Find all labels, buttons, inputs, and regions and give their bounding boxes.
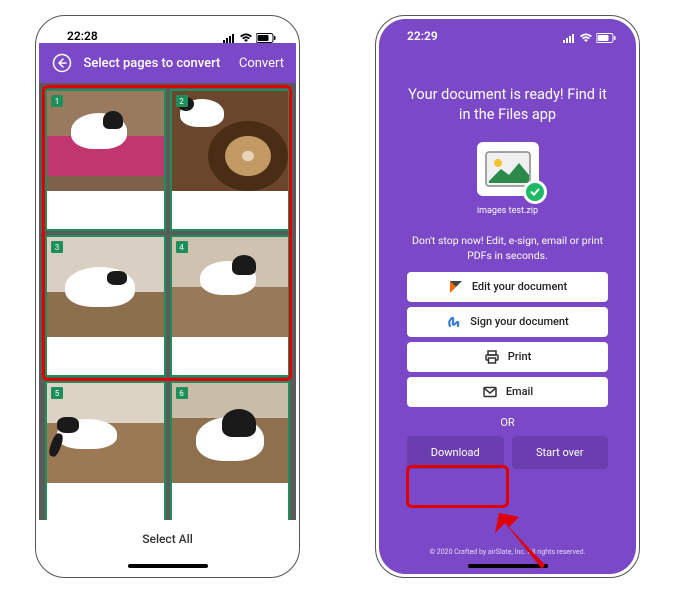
email-icon: [482, 384, 498, 400]
home-indicator[interactable]: [379, 558, 636, 574]
page-title: Select pages to convert: [65, 56, 239, 71]
thumb-number: 5: [51, 387, 63, 399]
status-time: 22:28: [67, 29, 98, 43]
thumbnail-6[interactable]: 6: [170, 381, 291, 520]
screen-document-ready: 22:29 Your document is ready! Find it in…: [379, 19, 636, 574]
print-label: Print: [508, 350, 532, 363]
output-filename: images test.zip: [477, 206, 538, 216]
screen-select-pages: 22:28 Select pages to convert Convert: [39, 19, 296, 574]
thumbnail-5[interactable]: 5: [45, 381, 166, 520]
edit-label: Edit your document: [472, 280, 567, 293]
status-icons: [563, 33, 616, 43]
status-icons: [223, 33, 276, 43]
promo-subtext: Don't stop now! Edit, e-sign, email or p…: [407, 234, 608, 263]
wifi-icon: [239, 33, 253, 43]
edit-document-button[interactable]: Edit your document: [407, 272, 608, 302]
thumbnail-grid: 1 2: [39, 83, 296, 520]
sign-document-button[interactable]: Sign your document: [407, 307, 608, 337]
print-button[interactable]: Print: [407, 342, 608, 372]
email-label: Email: [506, 385, 533, 398]
edit-icon: [448, 279, 464, 295]
signal-icon: [563, 34, 576, 43]
checkmark-icon: [523, 180, 547, 204]
action-list: Edit your document Sign your document Pr…: [407, 272, 608, 407]
bottom-actions: Download Start over: [407, 436, 608, 469]
ready-title: Your document is ready! Find it in the F…: [407, 85, 608, 124]
thumbnail-2[interactable]: 2: [170, 89, 291, 231]
status-bar: 22:29: [379, 19, 636, 43]
ready-panel: Your document is ready! Find it in the F…: [379, 43, 636, 542]
or-separator: OR: [500, 416, 514, 429]
start-over-button[interactable]: Start over: [512, 436, 609, 469]
thumb-number: 2: [176, 95, 188, 107]
download-label: Download: [431, 446, 480, 459]
wifi-icon: [579, 33, 593, 43]
nav-bar: Select pages to convert Convert: [39, 43, 296, 83]
status-bar: 22:28: [39, 19, 296, 43]
battery-icon: [256, 33, 276, 43]
battery-icon: [596, 33, 616, 43]
email-button[interactable]: Email: [407, 377, 608, 407]
thumb-number: 3: [51, 241, 63, 253]
thumbnail-3[interactable]: 3: [45, 235, 166, 377]
thumb-number: 1: [51, 95, 63, 107]
start-over-label: Start over: [536, 446, 583, 459]
thumb-number: 6: [176, 387, 188, 399]
thumbnail-4[interactable]: 4: [170, 235, 291, 377]
select-all-button[interactable]: Select All: [39, 520, 296, 558]
phone-left: 22:28 Select pages to convert Convert: [35, 15, 300, 578]
copyright-text: © 2020 Crafted by airSlate, Inc. All rig…: [379, 542, 636, 558]
select-all-label: Select All: [142, 532, 193, 546]
image-icon: [485, 151, 531, 187]
status-time: 22:29: [407, 29, 438, 43]
phone-right: 22:29 Your document is ready! Find it in…: [375, 15, 640, 578]
thumb-number: 4: [176, 241, 188, 253]
print-icon: [484, 349, 500, 365]
thumbnail-1[interactable]: 1: [45, 89, 166, 231]
convert-button[interactable]: Convert: [239, 56, 284, 71]
signal-icon: [223, 34, 236, 43]
file-ready-icon: [477, 142, 539, 196]
home-indicator[interactable]: [39, 558, 296, 574]
download-button[interactable]: Download: [407, 436, 504, 469]
sign-label: Sign your document: [470, 315, 568, 328]
sign-icon: [446, 314, 462, 330]
